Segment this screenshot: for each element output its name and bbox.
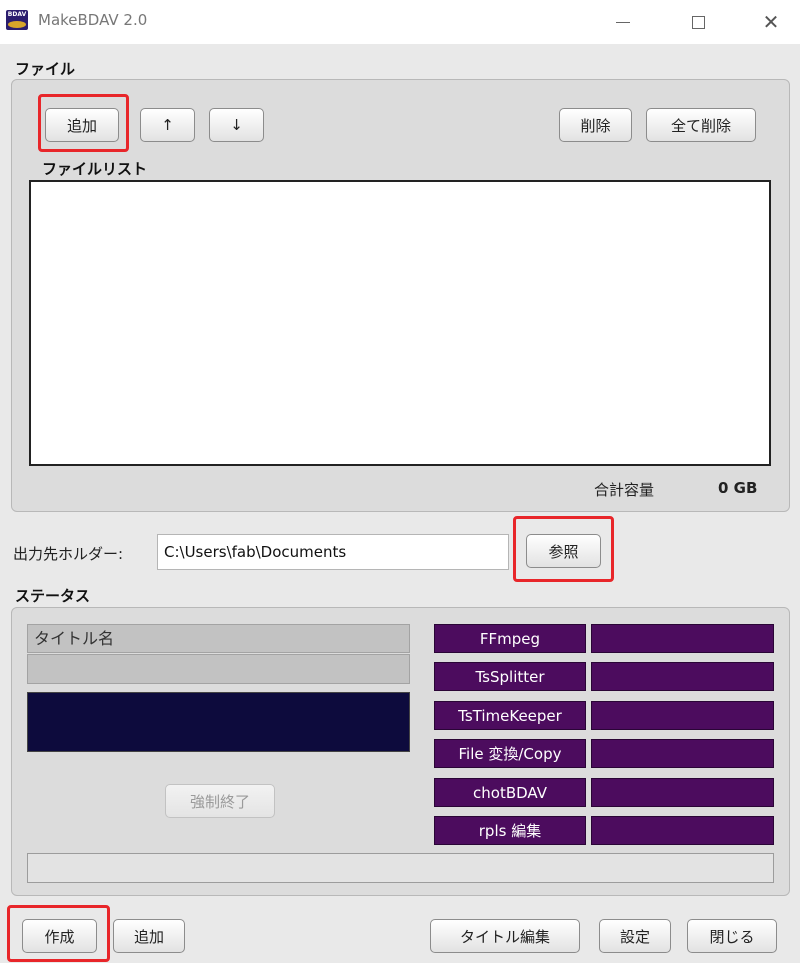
browse-highlight [513,516,614,582]
maximize-icon [691,15,705,29]
tool-status-tstimekeeper [591,701,774,730]
add-file-highlight [38,94,129,152]
tool-status-rpls [591,816,774,845]
file-list[interactable] [29,180,771,466]
tool-status-ffmpeg [591,624,774,653]
app-logo-icon: BDAV [6,10,28,30]
close-icon: ✕ [762,10,780,34]
tool-label-tssplitter: TsSplitter [434,662,586,691]
file-section-label: ファイル [15,60,76,78]
settings-button[interactable]: 設定 [599,919,671,953]
close-button[interactable]: 閉じる [687,919,777,953]
tool-status-tssplitter [591,662,774,691]
title-row[interactable] [27,654,410,684]
app-logo-text: BDAV [7,11,27,18]
file-list-label: ファイルリスト [42,160,148,178]
tool-label-ffmpeg: FFmpeg [434,624,586,653]
total-size-label: 合計容量 [594,481,655,499]
title-column-header: タイトル名 [27,624,410,653]
minimize-button[interactable] [600,0,646,44]
tool-label-rpls: rpls 編集 [434,816,586,845]
move-down-button[interactable]: ↓ [209,108,264,142]
output-folder-input[interactable] [157,534,509,570]
tool-status-file-copy [591,739,774,768]
tool-label-tstimekeeper: TsTimeKeeper [434,701,586,730]
tool-status-chotbdav [591,778,774,807]
create-highlight [7,905,110,962]
disc-icon [8,21,26,28]
tool-label-file-copy: File 変換/Copy [434,739,586,768]
status-section-label: ステータス [15,587,91,605]
move-up-button[interactable]: ↑ [140,108,195,142]
tool-label-chotbdav: chotBDAV [434,778,586,807]
close-window-button[interactable]: ✕ [748,0,794,44]
edit-title-button[interactable]: タイトル編集 [430,919,580,953]
status-display [27,692,410,752]
title-bar: BDAV MakeBDAV 2.0 ✕ [0,0,800,44]
maximize-button[interactable] [675,0,721,44]
minimize-icon [616,21,630,23]
total-size-value: 0 GB [718,479,758,497]
window-title: MakeBDAV 2.0 [38,11,148,29]
add-title-button[interactable]: 追加 [113,919,185,953]
force-stop-button[interactable]: 強制終了 [165,784,275,818]
delete-button[interactable]: 削除 [559,108,632,142]
delete-all-button[interactable]: 全て削除 [646,108,756,142]
progress-bar [27,853,774,883]
output-folder-label: 出力先ホルダー: [13,545,124,563]
